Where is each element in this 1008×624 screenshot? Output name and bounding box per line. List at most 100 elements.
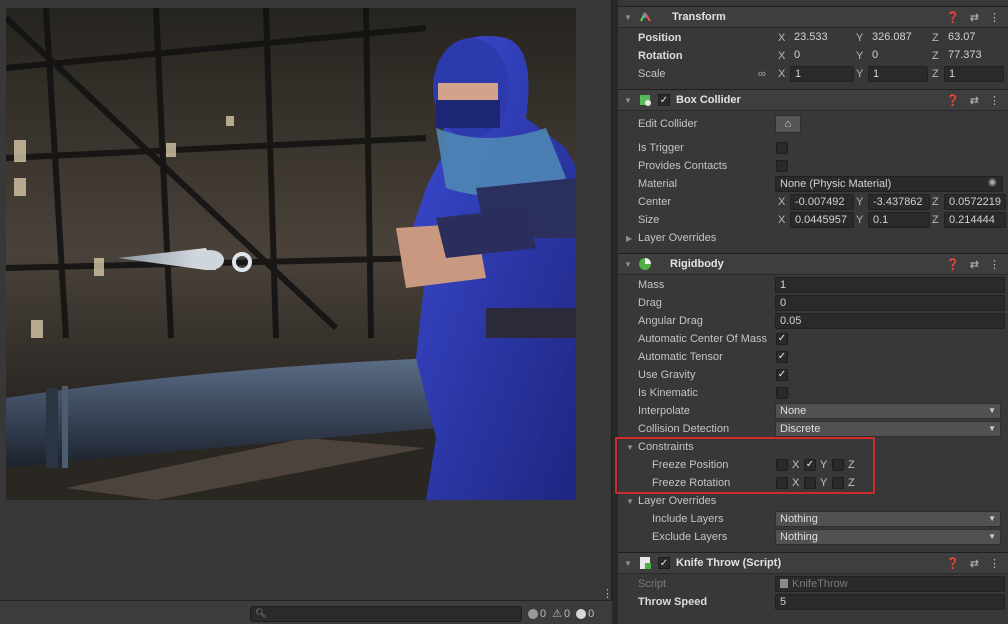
kebab-menu-icon[interactable]: ⋮ bbox=[989, 557, 1000, 570]
help-icon[interactable]: ❓ bbox=[946, 258, 960, 271]
scale-row: Scale ∞ X 1 Y 1 Z 1 bbox=[618, 65, 1008, 83]
fold-arrow-icon[interactable]: ▼ bbox=[624, 96, 638, 105]
position-row: Position X 23.533 Y 326.087 Z 63.07 bbox=[618, 29, 1008, 47]
rotation-y-field[interactable]: 0 bbox=[868, 48, 928, 64]
object-picker-icon[interactable]: ◉ bbox=[988, 177, 997, 188]
position-x-field[interactable]: 23.533 bbox=[790, 30, 854, 46]
component-title: Box Collider bbox=[676, 94, 741, 106]
script-asset-icon bbox=[780, 579, 788, 588]
help-icon[interactable]: ❓ bbox=[946, 557, 960, 570]
fold-arrow-icon[interactable]: ▼ bbox=[624, 13, 638, 22]
knife-throw-header[interactable]: ▼ ✓ Knife Throw (Script) ❓ ⇄ ⋮ bbox=[618, 552, 1008, 574]
preset-icon[interactable]: ⇄ bbox=[970, 557, 979, 570]
angular-drag-field[interactable]: 0.05 bbox=[775, 313, 1005, 329]
preset-icon[interactable]: ⇄ bbox=[970, 11, 979, 24]
scene-panel: ⋮ 🔍︎ 0 ⚠ 0 0 bbox=[0, 0, 613, 624]
preset-icon[interactable]: ⇄ bbox=[970, 94, 979, 107]
help-icon[interactable]: ❓ bbox=[946, 11, 960, 24]
log-count[interactable]: 0 bbox=[528, 607, 546, 620]
box-collider-header[interactable]: ▼ ✓ Box Collider ❓ ⇄ ⋮ bbox=[618, 89, 1008, 111]
edit-collider-row: Edit Collider ⌂ bbox=[618, 114, 1008, 134]
component-title: Rigidbody bbox=[670, 258, 724, 270]
drag-row: Drag 0 bbox=[618, 294, 1008, 312]
use-gravity-row: Use Gravity ✓ bbox=[638, 369, 788, 381]
edit-collider-button[interactable]: ⌂ bbox=[775, 115, 801, 133]
fold-arrow-icon[interactable]: ▼ bbox=[624, 260, 638, 269]
center-x-field[interactable]: -0.007492 bbox=[790, 194, 854, 210]
material-row: Material None (Physic Material) ◉ bbox=[618, 175, 1008, 193]
kebab-menu-icon[interactable]: ⋮ bbox=[989, 94, 1000, 107]
mass-field[interactable]: 1 bbox=[775, 277, 1005, 293]
console-counts: 0 ⚠ 0 0 bbox=[528, 607, 594, 620]
warning-icon: ⚠ bbox=[552, 608, 562, 620]
scale-z-field[interactable]: 1 bbox=[944, 66, 1004, 82]
fold-arrow-icon[interactable]: ▼ bbox=[626, 497, 634, 506]
transform-header[interactable]: ▼ Transform ❓ ⇄ ⋮ bbox=[618, 6, 1008, 28]
auto-com-checkbox[interactable]: ✓ bbox=[776, 333, 788, 345]
use-gravity-checkbox[interactable]: ✓ bbox=[776, 369, 788, 381]
script-field: KnifeThrow bbox=[775, 576, 1005, 592]
material-field[interactable]: None (Physic Material) bbox=[775, 176, 1003, 192]
is-trigger-checkbox[interactable] bbox=[776, 142, 788, 154]
game-view[interactable] bbox=[6, 8, 576, 500]
preset-icon[interactable]: ⇄ bbox=[970, 258, 979, 271]
script-icon bbox=[638, 556, 652, 570]
warning-count[interactable]: ⚠ 0 bbox=[552, 607, 570, 621]
scene-render bbox=[6, 8, 576, 500]
collision-detection-row: Collision Detection Discrete ▼ bbox=[618, 420, 1008, 438]
collider-layer-overrides-row[interactable]: ▶ Layer Overrides bbox=[618, 229, 1008, 247]
rigidbody-icon bbox=[638, 257, 652, 271]
help-icon[interactable]: ❓ bbox=[946, 94, 960, 107]
size-row: Size X 0.0445957 Y 0.1 Z 0.214444 bbox=[618, 211, 1008, 229]
provides-contacts-checkbox[interactable] bbox=[776, 160, 788, 172]
scale-x-field[interactable]: 1 bbox=[790, 66, 854, 82]
console-search-input[interactable]: 🔍︎ bbox=[250, 606, 522, 622]
center-z-field[interactable]: 0.0572219 bbox=[944, 194, 1006, 210]
error-icon bbox=[576, 608, 587, 619]
size-z-field[interactable]: 0.214444 bbox=[944, 212, 1006, 228]
more-menu-icon[interactable]: ⋮ bbox=[602, 587, 613, 600]
is-trigger-row: Is Trigger bbox=[618, 139, 1008, 157]
collision-detection-dropdown[interactable]: Discrete ▼ bbox=[775, 421, 1001, 437]
include-layers-dropdown[interactable]: Nothing ▼ bbox=[775, 511, 1001, 527]
scale-y-field[interactable]: 1 bbox=[868, 66, 928, 82]
rotation-z-field[interactable]: 77.373 bbox=[944, 48, 1004, 64]
position-y-field[interactable]: 326.087 bbox=[868, 30, 928, 46]
chevron-down-icon: ▼ bbox=[988, 532, 996, 541]
drag-field[interactable]: 0 bbox=[775, 295, 1005, 311]
script-row: Script KnifeThrow bbox=[618, 575, 1008, 593]
constraints-highlight-box bbox=[615, 437, 875, 494]
exclude-layers-row: Exclude Layers Nothing ▼ bbox=[618, 528, 1008, 546]
inspector-panel: ▼ Transform ❓ ⇄ ⋮ Position X 23.533 Y 326.… bbox=[618, 0, 1008, 624]
mass-row: Mass 1 bbox=[618, 276, 1008, 294]
enabled-checkbox[interactable]: ✓ bbox=[658, 94, 670, 106]
size-y-field[interactable]: 0.1 bbox=[868, 212, 930, 228]
throw-speed-row: Throw Speed 5 bbox=[618, 593, 1008, 611]
fold-arrow-icon[interactable]: ▶ bbox=[626, 234, 632, 243]
throw-speed-field[interactable]: 5 bbox=[775, 594, 1005, 610]
link-icon[interactable]: ∞ bbox=[758, 68, 766, 80]
center-y-field[interactable]: -3.437862 bbox=[868, 194, 930, 210]
size-x-field[interactable]: 0.0445957 bbox=[790, 212, 854, 228]
box-collider-icon bbox=[638, 93, 652, 107]
exclude-layers-dropdown[interactable]: Nothing ▼ bbox=[775, 529, 1001, 545]
info-icon bbox=[528, 608, 538, 619]
angular-drag-row: Angular Drag 0.05 bbox=[618, 312, 1008, 330]
position-z-field[interactable]: 63.07 bbox=[944, 30, 1004, 46]
rigidbody-layer-overrides-row[interactable]: ▼ Layer Overrides bbox=[618, 492, 1008, 510]
rotation-row: Rotation X 0 Y 0 Z 77.373 bbox=[618, 47, 1008, 65]
enabled-checkbox[interactable]: ✓ bbox=[658, 557, 670, 569]
is-kinematic-checkbox[interactable] bbox=[776, 387, 788, 399]
chevron-down-icon: ▼ bbox=[988, 514, 996, 523]
transform-icon bbox=[638, 10, 652, 24]
interpolate-dropdown[interactable]: None ▼ bbox=[775, 403, 1001, 419]
center-row: Center X -0.007492 Y -3.437862 Z 0.05722… bbox=[618, 193, 1008, 211]
auto-tensor-checkbox[interactable]: ✓ bbox=[776, 351, 788, 363]
rigidbody-header[interactable]: ▼ Rigidbody ❓ ⇄ ⋮ bbox=[618, 253, 1008, 275]
rotation-x-field[interactable]: 0 bbox=[790, 48, 854, 64]
kebab-menu-icon[interactable]: ⋮ bbox=[989, 11, 1000, 24]
search-icon: 🔍︎ bbox=[255, 608, 267, 618]
error-count[interactable]: 0 bbox=[576, 607, 594, 620]
kebab-menu-icon[interactable]: ⋮ bbox=[989, 258, 1000, 271]
fold-arrow-icon[interactable]: ▼ bbox=[624, 559, 638, 568]
